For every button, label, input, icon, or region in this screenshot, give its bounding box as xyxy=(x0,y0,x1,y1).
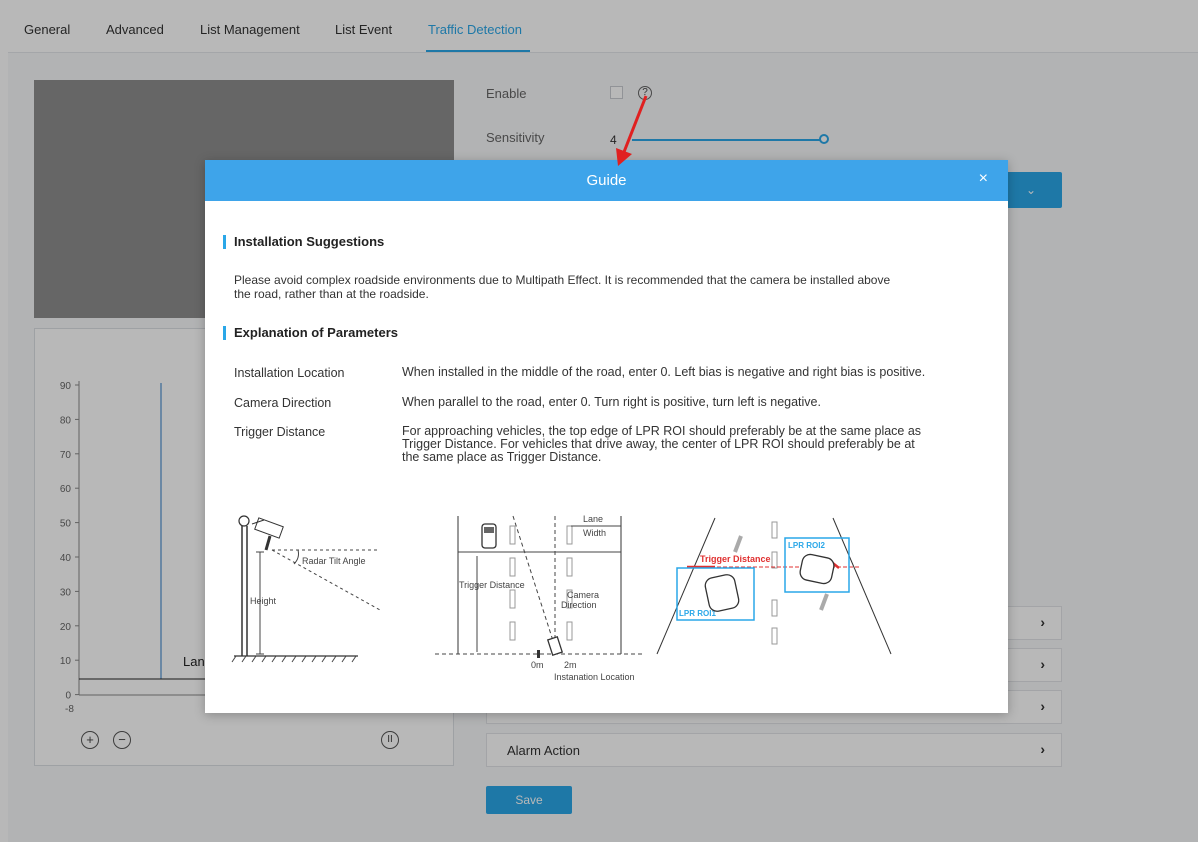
two-meter-label: 2m xyxy=(564,660,577,670)
lpr-roi2-label: LPR ROI2 xyxy=(788,541,825,550)
lane-width-label-2: Width xyxy=(583,528,606,538)
dialog-title: Guide xyxy=(586,172,627,189)
param-name-installation-location: Installation Location xyxy=(234,366,345,380)
param-name-trigger-distance: Trigger Distance xyxy=(234,425,326,439)
param-desc-trigger-distance-line-3: the same place as Trigger Distance. xyxy=(402,450,602,464)
radar-tilt-diagram: Radar Tilt Angle Height xyxy=(231,515,381,663)
installation-suggestions-heading: Installation Suggestions xyxy=(223,235,384,249)
height-label: Height xyxy=(250,596,277,606)
installation-text-line-1: Please avoid complex roadside environmen… xyxy=(234,273,891,287)
param-desc-trigger-distance-line-2: Trigger Distance. For vehicles that driv… xyxy=(402,437,915,451)
lpr-roi1-label: LPR ROI1 xyxy=(679,609,716,618)
param-desc-camera-direction: When parallel to the road, enter 0. Turn… xyxy=(402,395,821,409)
dialog-header: Guide × xyxy=(205,160,1008,201)
param-desc-trigger-distance-line-1: For approaching vehicles, the top edge o… xyxy=(402,424,922,438)
param-desc-installation-location: When installed in the middle of the road… xyxy=(402,365,926,379)
direction-label: Direction xyxy=(561,600,597,610)
param-name-camera-direction: Camera Direction xyxy=(234,396,332,410)
zero-meter-label: 0m xyxy=(531,660,544,670)
camera-label: Camera xyxy=(567,590,599,600)
close-icon[interactable]: × xyxy=(979,170,988,188)
guide-dialog: Guide × Installation Suggestions Please … xyxy=(205,160,1008,713)
trigger-distance-label: Trigger Distance xyxy=(459,580,525,590)
radar-tilt-angle-label: Radar Tilt Angle xyxy=(302,556,366,566)
lpr-roi-diagram: Trigger Distance LPR ROI1 LPR ROI2 xyxy=(656,517,892,655)
trigger-distance-roi-label: Trigger Distance xyxy=(700,554,771,564)
lane-width-label-1: Lane xyxy=(583,514,603,524)
camera-direction-diagram: Trigger Distance Lane Width Camera Direc… xyxy=(435,514,645,682)
installation-text-line-2: the road, rather than at the roadside. xyxy=(234,287,429,301)
annotation-arrow xyxy=(616,95,648,166)
installation-location-label: Instanation Location xyxy=(554,672,635,682)
explanation-heading: Explanation of Parameters xyxy=(223,326,398,340)
